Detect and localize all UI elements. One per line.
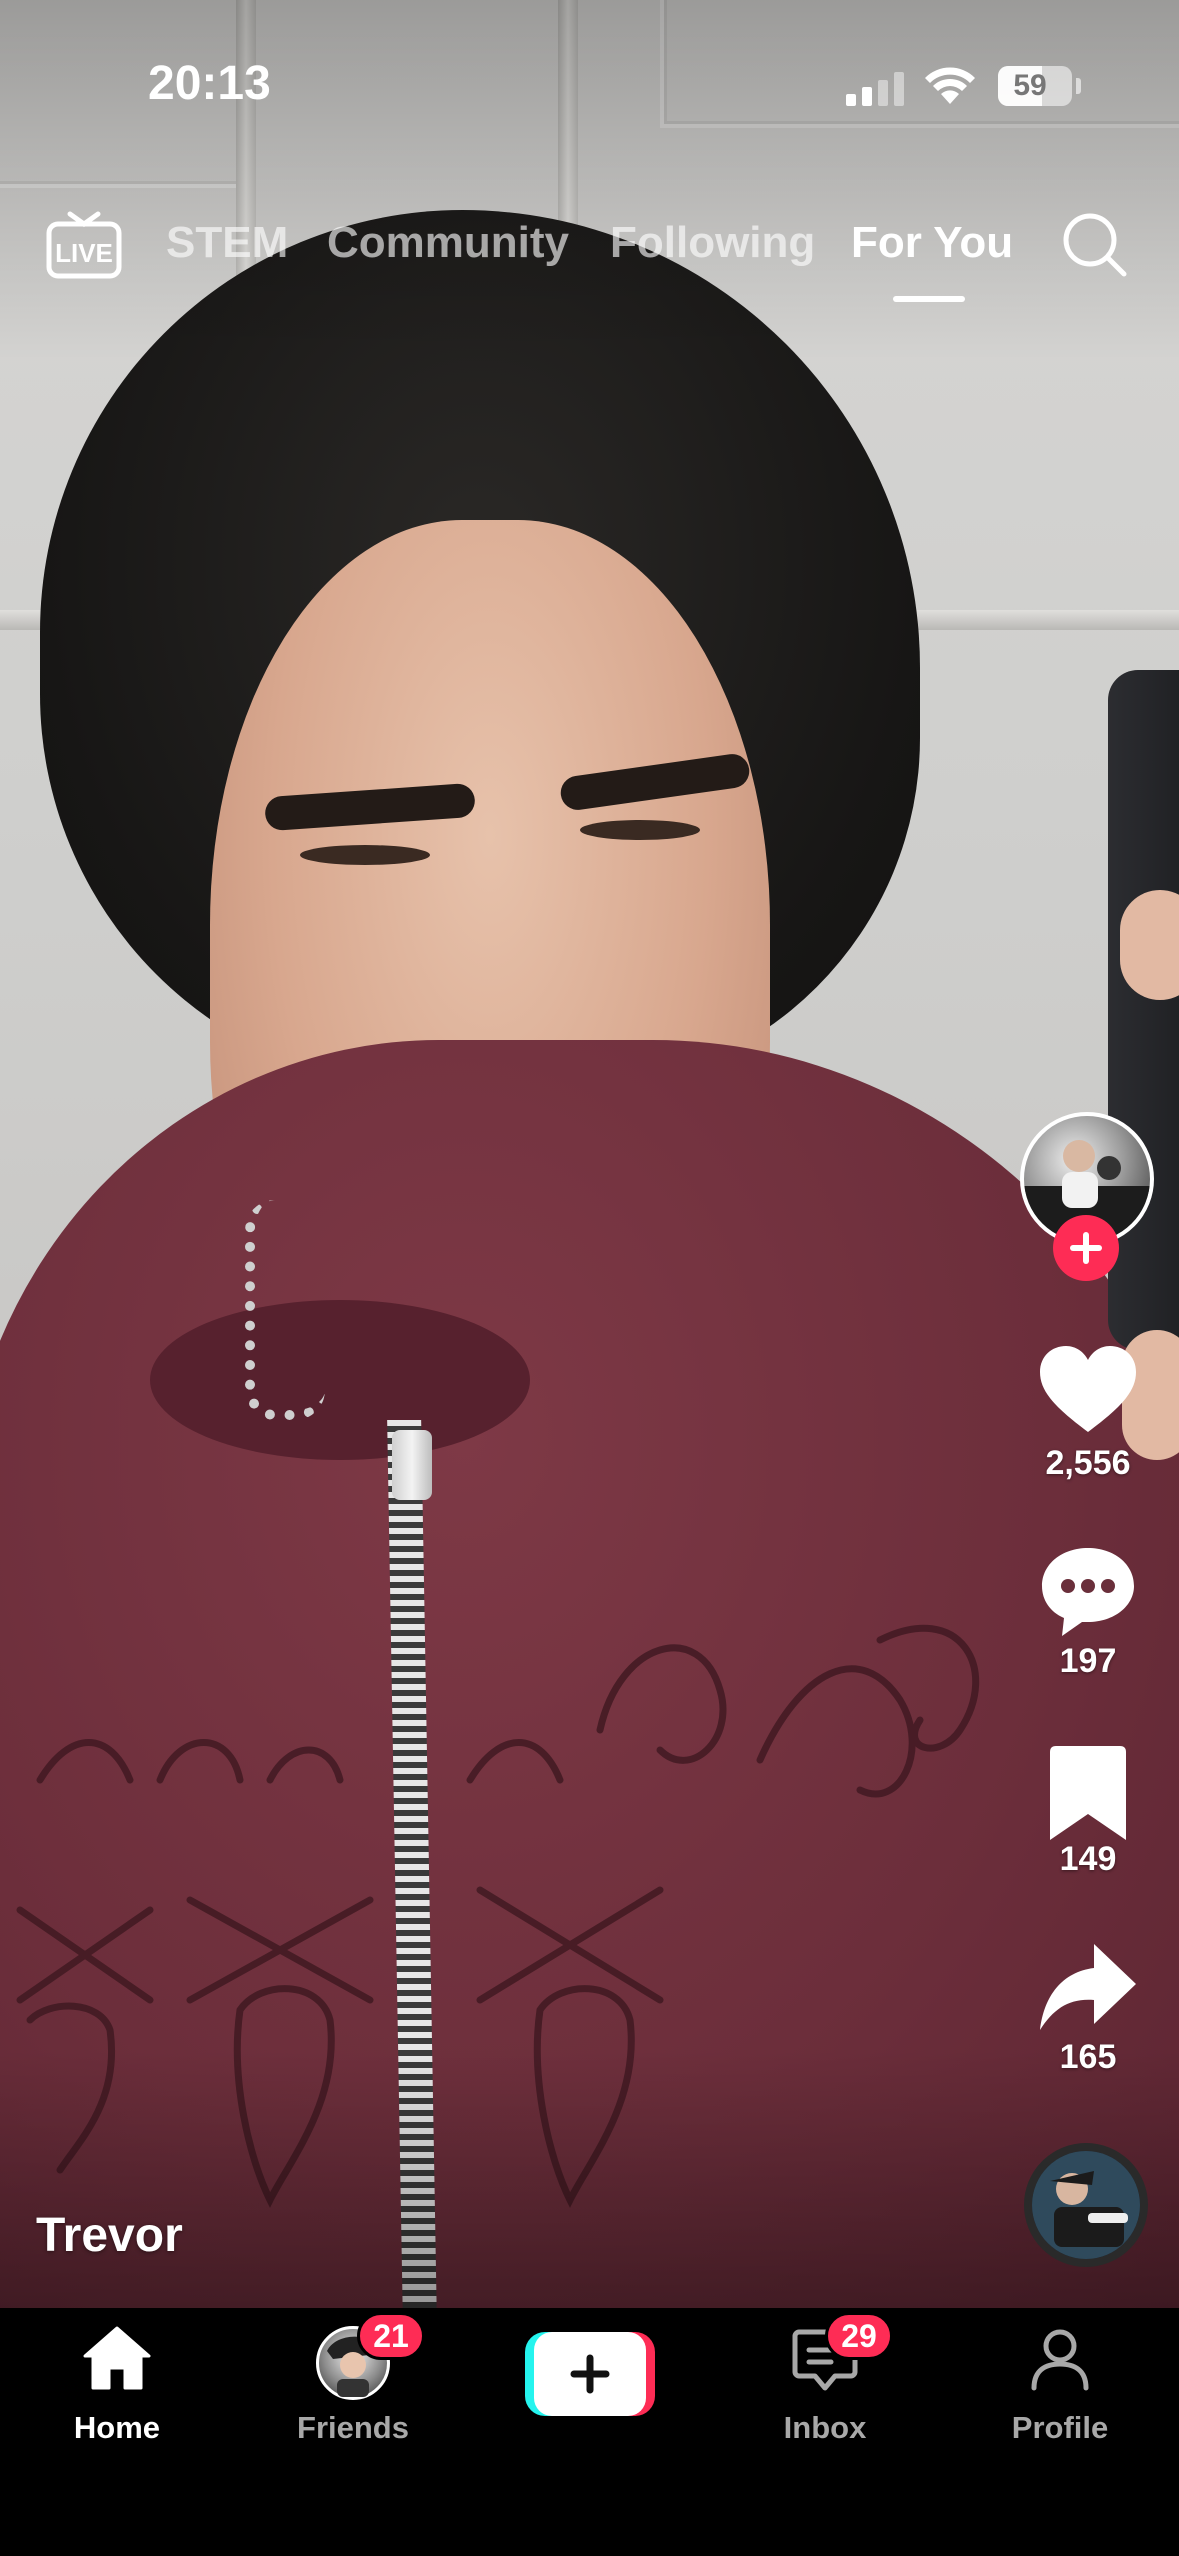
like-heart-icon[interactable] <box>1036 1340 1140 1444</box>
right-eye <box>580 820 700 840</box>
bottom-gradient-overlay <box>0 2050 1179 2308</box>
wifi-icon <box>925 67 975 104</box>
video-player[interactable] <box>0 0 1179 2308</box>
comment-bubble-icon[interactable] <box>1036 1540 1140 1644</box>
search-icon[interactable] <box>1060 210 1130 280</box>
creator-username[interactable]: Trevor <box>36 2208 183 2263</box>
share-arrow-icon[interactable] <box>1036 1938 1140 2042</box>
svg-text:LIVE: LIVE <box>55 238 113 268</box>
fingers <box>1120 890 1179 1000</box>
profile-icon <box>1031 2329 1089 2391</box>
inbox-badge: 29 <box>825 2312 893 2360</box>
music-disc[interactable] <box>1024 2143 1148 2267</box>
tab-stem[interactable]: STEM <box>166 218 288 268</box>
bookmark-icon[interactable] <box>1036 1742 1140 1846</box>
live-tv-icon[interactable]: LIVE <box>46 210 122 280</box>
tab-for-you[interactable]: For You <box>851 218 1013 268</box>
nav-friends-label: Friends <box>297 2410 409 2445</box>
battery-icon: 59 <box>998 66 1072 106</box>
nav-inbox[interactable]: 29 Inbox <box>725 2312 925 2452</box>
tab-following[interactable]: Following <box>610 218 815 268</box>
save-count: 149 <box>1059 1840 1117 1878</box>
comment-count: 197 <box>1059 1642 1117 1680</box>
nav-inbox-label: Inbox <box>783 2410 867 2445</box>
cellular-signal-icon <box>846 72 904 106</box>
nav-home[interactable]: Home <box>17 2322 217 2452</box>
zipper-pull <box>392 1430 432 1500</box>
status-time: 20:13 <box>148 57 271 110</box>
plus-icon <box>570 2354 610 2394</box>
sound-cover-image <box>1032 2151 1140 2259</box>
nav-profile-label: Profile <box>1011 2410 1109 2445</box>
active-tab-indicator <box>893 296 965 302</box>
share-count: 165 <box>1059 2038 1117 2076</box>
follow-plus-button[interactable] <box>1053 1215 1119 1281</box>
home-icon <box>83 2326 151 2390</box>
create-button[interactable] <box>525 2332 655 2416</box>
nav-friends[interactable]: 21 Friends <box>253 2312 453 2452</box>
nav-home-label: Home <box>73 2410 161 2445</box>
status-bar: 20:13 59 <box>0 0 1179 170</box>
like-count: 2,556 <box>1045 1444 1131 1482</box>
friends-badge: 21 <box>357 2312 425 2360</box>
tiktok-feed-screen: 20:13 59 LIVE STEM Community Following F… <box>0 0 1179 2556</box>
tab-community[interactable]: Community <box>327 218 569 268</box>
battery-percent: 59 <box>1013 69 1047 102</box>
chain-necklace <box>245 1200 325 1420</box>
battery-cap <box>1076 78 1081 94</box>
nav-profile[interactable]: Profile <box>960 2322 1160 2452</box>
hood-shadow <box>150 1300 530 1460</box>
left-eye <box>300 845 430 865</box>
